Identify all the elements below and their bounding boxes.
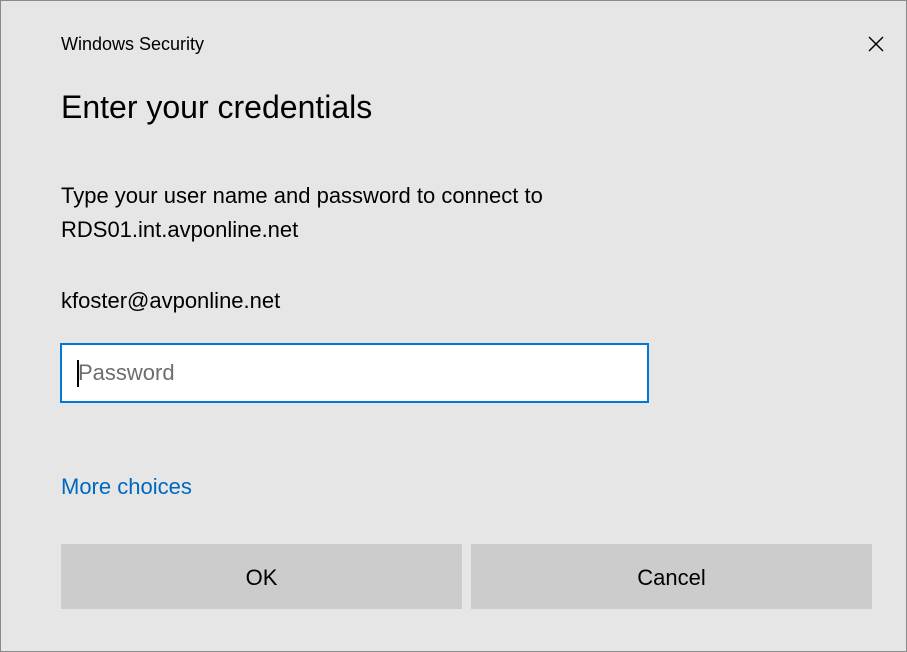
password-field-container[interactable] [60, 343, 649, 403]
close-button[interactable] [859, 27, 893, 61]
dialog-heading: Enter your credentials [61, 89, 373, 125]
close-icon [868, 36, 884, 52]
ok-button[interactable]: OK [61, 544, 462, 609]
cancel-button[interactable]: Cancel [471, 544, 872, 609]
password-input[interactable] [78, 345, 638, 401]
credentials-dialog: Windows Security Enter your credentials … [0, 0, 907, 652]
username-label: kfoster@avponline.net [61, 288, 281, 313]
message-line-2: RDS01.int.avponline.net [61, 217, 299, 242]
window-title: Windows Security [61, 34, 205, 54]
message-line-1: Type your user name and password to conn… [61, 183, 543, 208]
dialog-message: Type your user name and password to conn… [61, 179, 861, 247]
more-choices-link[interactable]: More choices [61, 472, 192, 502]
text-caret [77, 360, 79, 387]
